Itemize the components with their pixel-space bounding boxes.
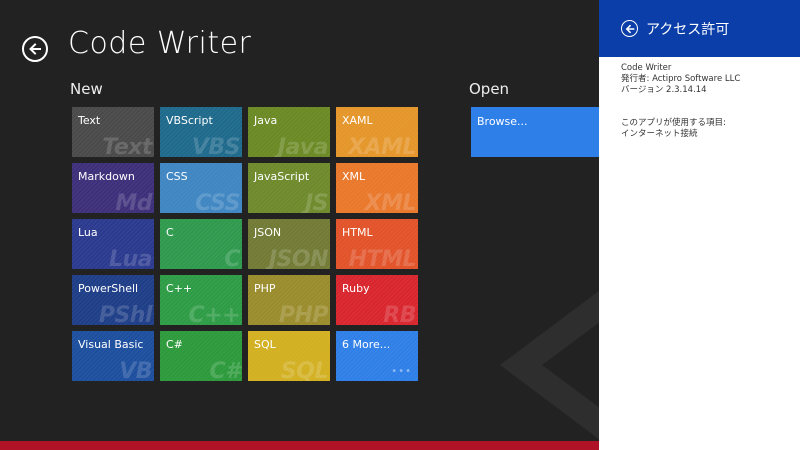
back-arrow-icon: [625, 24, 634, 33]
new-vbscript-tile[interactable]: VBScript VBS: [160, 107, 242, 157]
new-c-tile[interactable]: C++ C++: [160, 275, 242, 325]
panel-version: バージョン 2.3.14.14: [621, 85, 707, 95]
tile-watermark: VBS: [191, 135, 241, 157]
new-html-tile[interactable]: HTML HTML: [336, 219, 418, 269]
back-button[interactable]: [22, 36, 48, 62]
tile-watermark: HTML: [348, 247, 417, 269]
tile-label: XML: [342, 170, 366, 183]
panel-app-name: Code Writer: [621, 63, 672, 73]
tile-label: Visual Basic: [78, 338, 144, 351]
tile-label: PowerShell: [78, 282, 139, 295]
tile-watermark: SQL: [280, 359, 329, 381]
new-json-tile[interactable]: JSON JSON: [248, 219, 330, 269]
panel-back-button[interactable]: [621, 20, 638, 37]
new-sql-tile[interactable]: SQL SQL: [248, 331, 330, 381]
new-markdown-tile[interactable]: Markdown Md: [72, 163, 154, 213]
new-java-tile[interactable]: Java Java: [248, 107, 330, 157]
more-dots-icon: •••: [391, 366, 412, 377]
tile-label: C++: [166, 282, 193, 295]
tile-label: JSON: [254, 226, 282, 239]
tile-label: Java: [254, 114, 278, 127]
tile-watermark: XAML: [348, 135, 416, 157]
tile-watermark: Java: [277, 135, 329, 157]
browse-label: Browse...: [477, 115, 528, 128]
tile-watermark: Text: [102, 135, 152, 157]
tile-watermark: CSS: [195, 191, 240, 213]
new-lua-tile[interactable]: Lua Lua: [72, 219, 154, 269]
tile-watermark: Lua: [108, 247, 153, 269]
new-javascript-tile[interactable]: JavaScript JS: [248, 163, 330, 213]
back-arrow-icon: [29, 43, 41, 55]
panel-publisher: 発行者: Actipro Software LLC: [621, 74, 741, 84]
permissions-heading: このアプリが使用する項目:: [621, 118, 726, 128]
new-file-tile-grid: Text Text VBScript VBS Java Java XAML XAML Markd…: [72, 107, 418, 381]
tile-label: Lua: [78, 226, 98, 239]
tile-watermark: VB: [119, 359, 152, 381]
tile-watermark: XML: [364, 191, 417, 213]
new-6-more-tile[interactable]: 6 More... •••: [336, 331, 418, 381]
new-css-tile[interactable]: CSS CSS: [160, 163, 242, 213]
new-ruby-tile[interactable]: Ruby RB: [336, 275, 418, 325]
bottom-accent-bar: [0, 441, 600, 450]
new-php-tile[interactable]: PHP PHP: [248, 275, 330, 325]
new-section-label: New: [70, 80, 103, 98]
tile-label: JavaScript: [254, 170, 310, 183]
page-title: Code Writer: [68, 26, 252, 61]
tile-watermark: Md: [115, 191, 152, 213]
tile-watermark: JS: [304, 191, 329, 213]
tile-watermark: C#: [209, 359, 241, 381]
tile-watermark: C: [224, 247, 240, 269]
new-xaml-tile[interactable]: XAML XAML: [336, 107, 418, 157]
panel-title: アクセス許可: [646, 21, 730, 38]
tile-watermark: PShl: [98, 303, 153, 325]
tile-label: CSS: [166, 170, 188, 183]
tile-watermark: RB: [383, 303, 416, 325]
tile-label: 6 More...: [342, 338, 391, 351]
tile-label: Ruby: [342, 282, 370, 295]
tile-watermark: PHP: [278, 303, 329, 325]
tile-watermark: JSON: [268, 247, 329, 269]
chevron-left-icon: [500, 290, 600, 440]
new-xml-tile[interactable]: XML XML: [336, 163, 418, 213]
permission-item: インターネット接続: [621, 129, 698, 139]
tile-label: SQL: [254, 338, 276, 351]
tile-label: VBScript: [166, 114, 213, 127]
permissions-panel: アクセス許可 Code Writer 発行者: Actipro Software…: [599, 0, 800, 450]
open-section-label: Open: [469, 80, 510, 98]
new-powershell-tile[interactable]: PowerShell PShl: [72, 275, 154, 325]
tile-label: C#: [166, 338, 183, 351]
tile-label: Markdown: [78, 170, 135, 183]
new-c-tile[interactable]: C# C#: [160, 331, 242, 381]
tile-label: C: [166, 226, 174, 239]
browse-button[interactable]: Browse...: [471, 107, 599, 157]
tile-label: XAML: [342, 114, 373, 127]
panel-header: アクセス許可: [599, 0, 800, 57]
tile-label: PHP: [254, 282, 276, 295]
new-text-tile[interactable]: Text Text: [72, 107, 154, 157]
new-c-tile[interactable]: CC: [160, 219, 242, 269]
new-visual-basic-tile[interactable]: Visual Basic VB: [72, 331, 154, 381]
tile-watermark: C++: [188, 303, 240, 325]
tile-label: HTML: [342, 226, 373, 239]
tile-label: Text: [78, 114, 101, 127]
